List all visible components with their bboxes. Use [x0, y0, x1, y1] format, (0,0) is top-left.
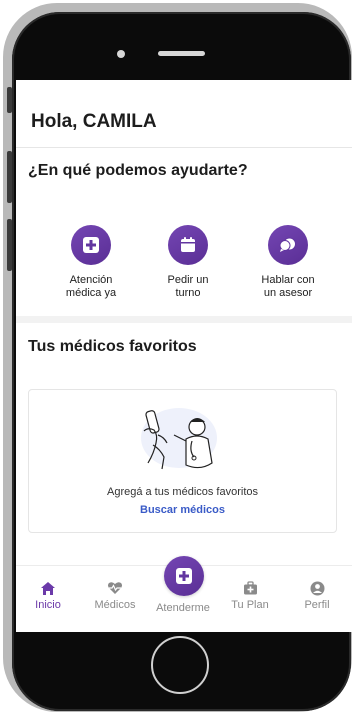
heart-pulse-icon	[85, 580, 145, 596]
action-label: Hablar con un asesor	[261, 274, 315, 299]
home-icon	[18, 580, 78, 596]
search-doctors-link[interactable]: Buscar médicos	[29, 504, 336, 516]
tab-inicio[interactable]: Inicio	[18, 580, 78, 611]
medical-cross-icon	[71, 225, 111, 265]
tab-label: Atenderme	[156, 602, 210, 614]
tab-label: Tu Plan	[231, 599, 269, 611]
app-screen: Hola, CAMILA ¿En qué podemos ayudarte? A…	[16, 80, 352, 632]
tab-label: Inicio	[35, 599, 61, 611]
tab-label: Médicos	[94, 599, 136, 611]
medical-cross-icon	[176, 568, 192, 584]
favorites-empty-text: Agregá a tus médicos favoritos	[106, 486, 259, 498]
greeting-title: Hola, CAMILA	[31, 111, 157, 132]
tab-label: Perfil	[304, 599, 330, 611]
section-separator	[16, 316, 352, 323]
user-icon	[287, 580, 347, 596]
favorites-title: Tus médicos favoritos	[28, 338, 197, 355]
atenderme-fab[interactable]	[164, 556, 204, 596]
tab-medicos[interactable]: Médicos	[85, 580, 145, 611]
home-button[interactable]	[151, 636, 209, 694]
briefcase-icon	[220, 580, 280, 596]
action-label: Pedir un turno	[167, 274, 209, 299]
tab-perfil[interactable]: Perfil	[287, 580, 347, 611]
favorites-empty-card: Agregá a tus médicos favoritos Buscar mé…	[28, 389, 337, 533]
tab-tu-plan[interactable]: Tu Plan	[220, 580, 280, 611]
front-camera	[117, 50, 125, 58]
action-hablar-asesor[interactable]: Hablar con un asesor	[243, 225, 333, 300]
action-atencion-medica-ya[interactable]: Atención médica ya	[46, 225, 136, 300]
earpiece-speaker	[158, 51, 205, 56]
chat-bubbles-icon	[268, 225, 308, 265]
action-pedir-turno[interactable]: Pedir un turno	[143, 225, 233, 300]
doctors-illustration	[141, 408, 217, 470]
help-section-title: ¿En qué podemos ayudarte?	[28, 162, 248, 179]
calendar-icon	[168, 225, 208, 265]
divider	[16, 147, 352, 148]
quick-actions: Atención médica ya Pedir un turno Hablar…	[16, 225, 352, 315]
action-label: Atención médica ya	[65, 274, 117, 299]
